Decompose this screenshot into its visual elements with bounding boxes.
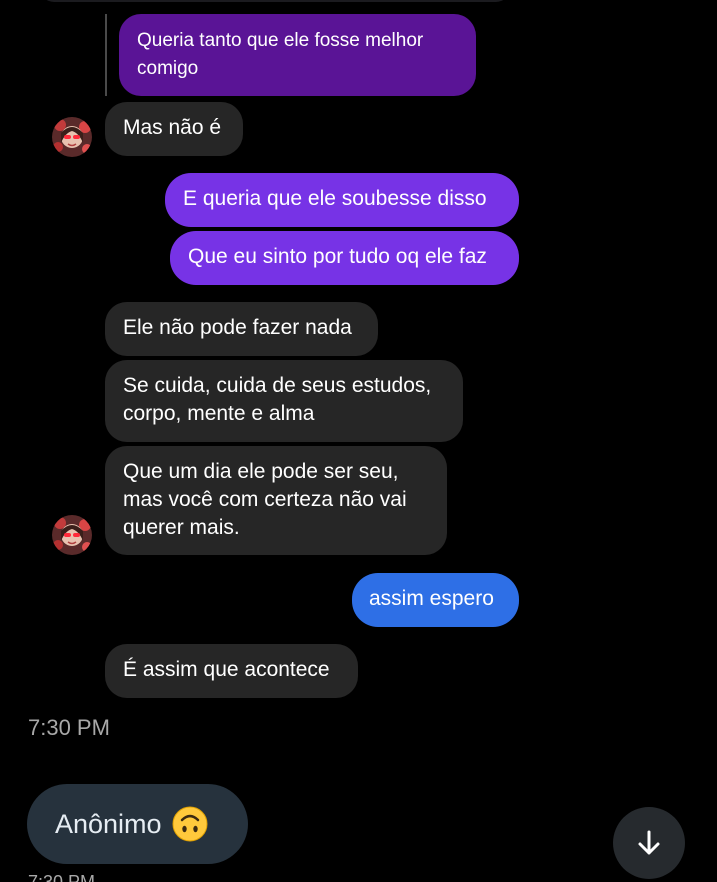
incoming-message[interactable]: Se cuida, cuida de seus estudos, corpo, … (105, 360, 463, 442)
anonymous-notification[interactable]: Anônimo (27, 784, 248, 864)
message-text: assim espero (369, 587, 494, 610)
message-text-line-2: corpo, mente e alma (123, 402, 315, 425)
message-text: Ele não pode fazer nada (123, 316, 352, 339)
reply-quote-line-2: comigo (137, 58, 199, 79)
message-text: E queria que ele soubesse disso (183, 187, 487, 210)
message-text-line-1: Se cuida, cuida de seus estudos, (123, 374, 432, 397)
incoming-message[interactable]: É assim que acontece (105, 644, 358, 698)
incoming-message[interactable]: Que um dia ele pode ser seu, mas você co… (105, 446, 447, 555)
timestamp: 7:30 PM (28, 715, 110, 740)
message-text: Que eu sinto por tudo oq ele faz (188, 245, 487, 268)
incoming-message[interactable]: Mas não é (105, 102, 243, 156)
avatar-icon (52, 515, 92, 555)
reply-thread-line (105, 14, 107, 96)
outgoing-message[interactable]: Que eu sinto por tudo oq ele faz (170, 231, 519, 285)
upside-down-face-icon (172, 806, 208, 842)
avatar[interactable] (52, 117, 92, 157)
avatar-icon (52, 117, 92, 157)
previous-bubble-edge (40, 0, 510, 2)
scroll-down-button[interactable] (613, 807, 685, 879)
avatar[interactable] (52, 515, 92, 555)
message-text: É assim que acontece (123, 658, 330, 681)
message-text: Mas não é (123, 116, 222, 139)
message-text-line-3: querer mais. (123, 516, 240, 539)
message-text-line-2: mas você com certeza não vai (123, 488, 407, 511)
timestamp-cut-off: 7:30 PM (28, 874, 95, 882)
message-text-line-1: Que um dia ele pode ser seu, (123, 460, 399, 483)
arrow-down-icon (638, 830, 660, 855)
notification-label: Anônimo (55, 808, 162, 839)
incoming-message[interactable]: Ele não pode fazer nada (105, 302, 378, 356)
reply-quote-line-1: Queria tanto que ele fosse melhor (137, 30, 424, 51)
reply-quote-bubble[interactable]: Queria tanto que ele fosse melhor comigo (119, 14, 476, 96)
outgoing-message[interactable]: E queria que ele soubesse disso (165, 173, 519, 227)
outgoing-message[interactable]: assim espero (352, 573, 519, 627)
